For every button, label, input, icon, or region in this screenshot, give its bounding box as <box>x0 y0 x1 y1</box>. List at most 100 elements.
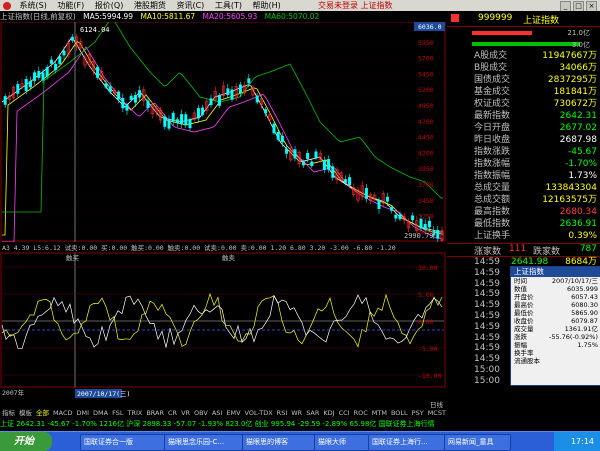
popup-row-label: 换手率 <box>514 349 534 357</box>
candle-body <box>394 214 398 219</box>
candle-body <box>322 160 326 170</box>
bar-info-popup[interactable]: 上证指数 时间 2007/10/17/三 数值 6035.999 开盘价 6057.43 最… <box>510 266 600 386</box>
indicator-tab[interactable]: MCST <box>426 409 448 418</box>
candle-body <box>96 66 100 78</box>
price-tick-label: 3050 <box>418 228 434 236</box>
indicator-tab[interactable]: CCI <box>337 409 352 418</box>
indicator-tab[interactable]: KDJ <box>321 409 336 418</box>
indicator-tab[interactable]: BRAR <box>144 409 166 418</box>
indicator-frame <box>0 252 446 388</box>
system-clock[interactable]: 17:14 <box>554 432 600 451</box>
candle-body <box>238 84 242 94</box>
candle-body <box>331 166 335 178</box>
menu-quote[interactable]: 报价(Q) <box>91 0 128 11</box>
popup-rows: 时间 2007/10/17/三 数值 6035.999 开盘价 6057.43 最高价 608… <box>511 277 600 365</box>
candle-body <box>62 50 66 56</box>
quote-row: 基金成交 181841万 <box>447 86 600 98</box>
indicator-tab[interactable]: WR <box>289 409 304 418</box>
candle-body <box>411 215 415 221</box>
indicator-tab[interactable]: CR <box>166 409 179 418</box>
candle-body <box>327 159 331 170</box>
indicator-tab[interactable]: 指标 <box>0 409 17 418</box>
quote-row-value: 2687.98 <box>559 135 597 145</box>
taskbar-item[interactable]: 国联证券上海行... <box>368 434 445 451</box>
indicator-tab[interactable]: ASI <box>210 409 225 418</box>
quote-row: 上证换手 0.39% <box>447 230 600 242</box>
indicator-tab[interactable]: VOL-TDX <box>243 409 275 418</box>
candle-body <box>175 119 179 124</box>
indicator-tab[interactable]: EMV <box>224 409 242 418</box>
quote-row-label: 指数振幅 <box>474 171 511 181</box>
candle-body <box>314 151 318 159</box>
indicator-axis: 10.00 5.00 0.00 -5.00 -10.00 <box>418 264 442 380</box>
minimize-button[interactable]: _ <box>560 1 571 11</box>
taskbar-item[interactable]: 猫眼思的博客 <box>242 434 315 451</box>
indicator-tab[interactable]: 模板 <box>17 409 34 418</box>
start-button[interactable]: 开始 <box>0 432 52 451</box>
indicator-tab[interactable]: DMI <box>74 409 91 418</box>
menu-function[interactable]: 功能(F) <box>53 0 88 11</box>
indicator-line <box>1 292 443 348</box>
ma10-label: MA10:5811.67 <box>140 12 196 21</box>
candle-body <box>125 104 129 111</box>
indicator-tab[interactable]: FSL <box>110 409 125 418</box>
popup-row: 振幅 1.75% <box>511 341 600 349</box>
popup-row-label: 振幅 <box>514 341 527 349</box>
popup-row: 成交量 1361.91亿 <box>511 325 600 333</box>
maximize-button[interactable]: □ <box>573 1 584 11</box>
menu-info[interactable]: 资讯(C) <box>172 0 208 11</box>
price-tick-label: 3250 <box>418 213 434 221</box>
quote-row-value: 11947667万 <box>542 51 597 61</box>
indicator-tab[interactable]: PSY <box>410 409 426 418</box>
quote-row-value: 12163575万 <box>542 195 597 205</box>
popup-row-value: 2007/10/17/三 <box>551 277 598 285</box>
candle-body <box>58 56 62 64</box>
volume-bar-down-label: 3.0亿 <box>571 41 590 49</box>
price-tick-label: 5700 <box>418 55 434 63</box>
menu-hk-futures[interactable]: 港股期货 <box>130 0 170 11</box>
price-tick-label: 5450 <box>418 70 434 78</box>
close-button[interactable]: × <box>586 1 597 11</box>
price-tick-label: 4700 <box>418 118 434 126</box>
candle-body <box>364 188 368 199</box>
indicator-tab[interactable]: DMA <box>91 409 110 418</box>
price-tick-label: 5950 <box>418 39 434 47</box>
indicator-mark-sell: 触卖 <box>222 253 236 262</box>
candle-body <box>33 72 37 81</box>
indicator-tab[interactable]: BOLL <box>389 409 410 418</box>
taskbar-item[interactable]: 猫眼思念乐园-C... <box>164 434 243 451</box>
price-tick-label: 4950 <box>418 102 434 110</box>
taskbar-item[interactable]: 国联证券合一版 <box>80 434 165 451</box>
indicator-tab[interactable]: VR <box>179 409 192 418</box>
indicator-tab[interactable]: OBV <box>192 409 210 418</box>
indicator-tab[interactable]: TRIX <box>125 409 144 418</box>
menu-system[interactable]: 系统(S) <box>16 0 51 11</box>
indicator-tab[interactable]: ROC <box>352 409 370 418</box>
indicator-tick-label: -5.00 <box>418 345 438 353</box>
taskbar-item[interactable]: 网易新闻_童具 <box>444 434 511 451</box>
indicator-tab[interactable]: MTM <box>370 409 389 418</box>
candle-body <box>343 179 347 183</box>
tick-time: 14:59 <box>474 289 500 300</box>
indicator-tab[interactable]: 全部 <box>34 409 51 418</box>
candle-body <box>171 112 175 122</box>
candle-body <box>188 119 192 129</box>
price-tick-label: 6036.0 <box>418 23 442 31</box>
candle-body <box>377 199 381 209</box>
tick-time: 14:59 <box>474 321 500 332</box>
candle-body <box>385 196 389 202</box>
quote-row: 指数涨幅 -1.70% <box>447 158 600 170</box>
quote-row-value: -1.70% <box>565 159 597 169</box>
indicator-tabs: 指标 模板 全部 MACD DMI DMA FSL TRIX BRAR CR VR OBV ASI EMV… <box>0 409 600 418</box>
candle-body <box>108 86 112 93</box>
quote-row: 权证成交 730672万 <box>447 98 600 110</box>
taskbar-item[interactable]: 猫眼大师 <box>314 434 369 451</box>
indicator-tab[interactable]: RSI <box>275 409 290 418</box>
menu-tools[interactable]: 工具(T) <box>211 0 246 11</box>
tick-time: 14:59 <box>474 354 500 365</box>
kline-chart[interactable]: 6124.04 2990.79 6036.0595057005450520049… <box>0 22 447 409</box>
menu-help[interactable]: 帮助(H) <box>249 0 285 11</box>
indicator-tab[interactable]: SAR <box>304 409 321 418</box>
indicator-tab[interactable]: MACD <box>51 409 74 418</box>
tick-time: 15:00 <box>474 375 500 386</box>
